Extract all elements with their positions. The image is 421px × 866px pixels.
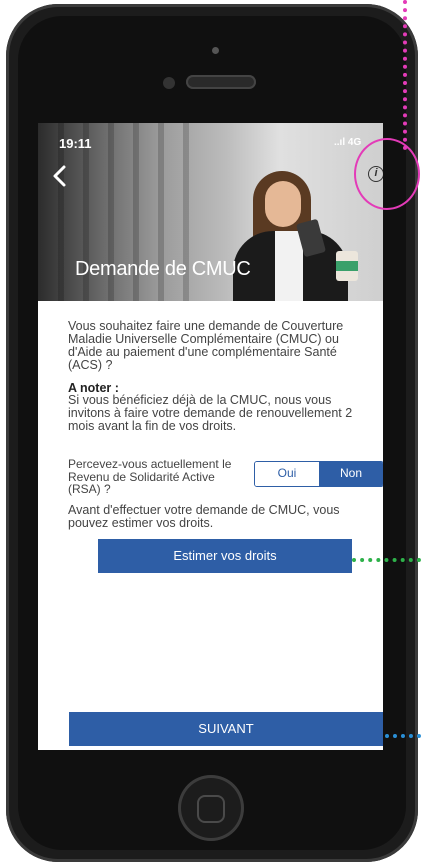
rsa-toggle[interactable]: Oui Non xyxy=(254,461,383,487)
intro-text: Vous souhaitez faire une demande de Couv… xyxy=(68,319,344,372)
rsa-non-option[interactable]: Non xyxy=(319,462,383,486)
proximity-sensor xyxy=(163,77,175,89)
annotation-dotted-line-blue xyxy=(385,734,421,738)
note-text: Si vous bénéficiez déjà de la CMUC, nous… xyxy=(68,393,353,433)
earpiece-speaker xyxy=(186,75,256,89)
rsa-question: Percevez-vous actuellement le Revenu de … xyxy=(68,457,232,496)
chevron-left-icon xyxy=(53,165,66,187)
app-screen: 19:11 ..ıl 4G i Demande de CMUC Vous sou… xyxy=(38,123,383,750)
annotation-circle-info xyxy=(354,138,420,210)
coffee-cup-sleeve xyxy=(336,261,358,271)
annotation-dotted-line-green xyxy=(352,558,421,562)
status-time: 19:11 xyxy=(59,136,92,151)
woman-face xyxy=(265,181,301,227)
hero-banner: 19:11 ..ıl 4G i Demande de CMUC xyxy=(38,123,383,301)
estimate-rights-button[interactable]: Estimer vos droits xyxy=(98,539,352,573)
home-button-icon xyxy=(197,795,225,823)
page-title: Demande de CMUC xyxy=(75,258,251,280)
next-button[interactable]: SUIVANT xyxy=(69,712,383,746)
annotation-dotted-line-magenta xyxy=(403,0,407,150)
status-signal: ..ıl 4G xyxy=(334,137,362,148)
front-camera xyxy=(212,47,219,54)
rsa-oui-option[interactable]: Oui xyxy=(255,462,319,486)
back-button[interactable] xyxy=(48,163,74,189)
estimate-prompt: Avant d'effectuer votre demande de CMUC,… xyxy=(68,503,340,530)
woman-shirt xyxy=(275,231,303,301)
